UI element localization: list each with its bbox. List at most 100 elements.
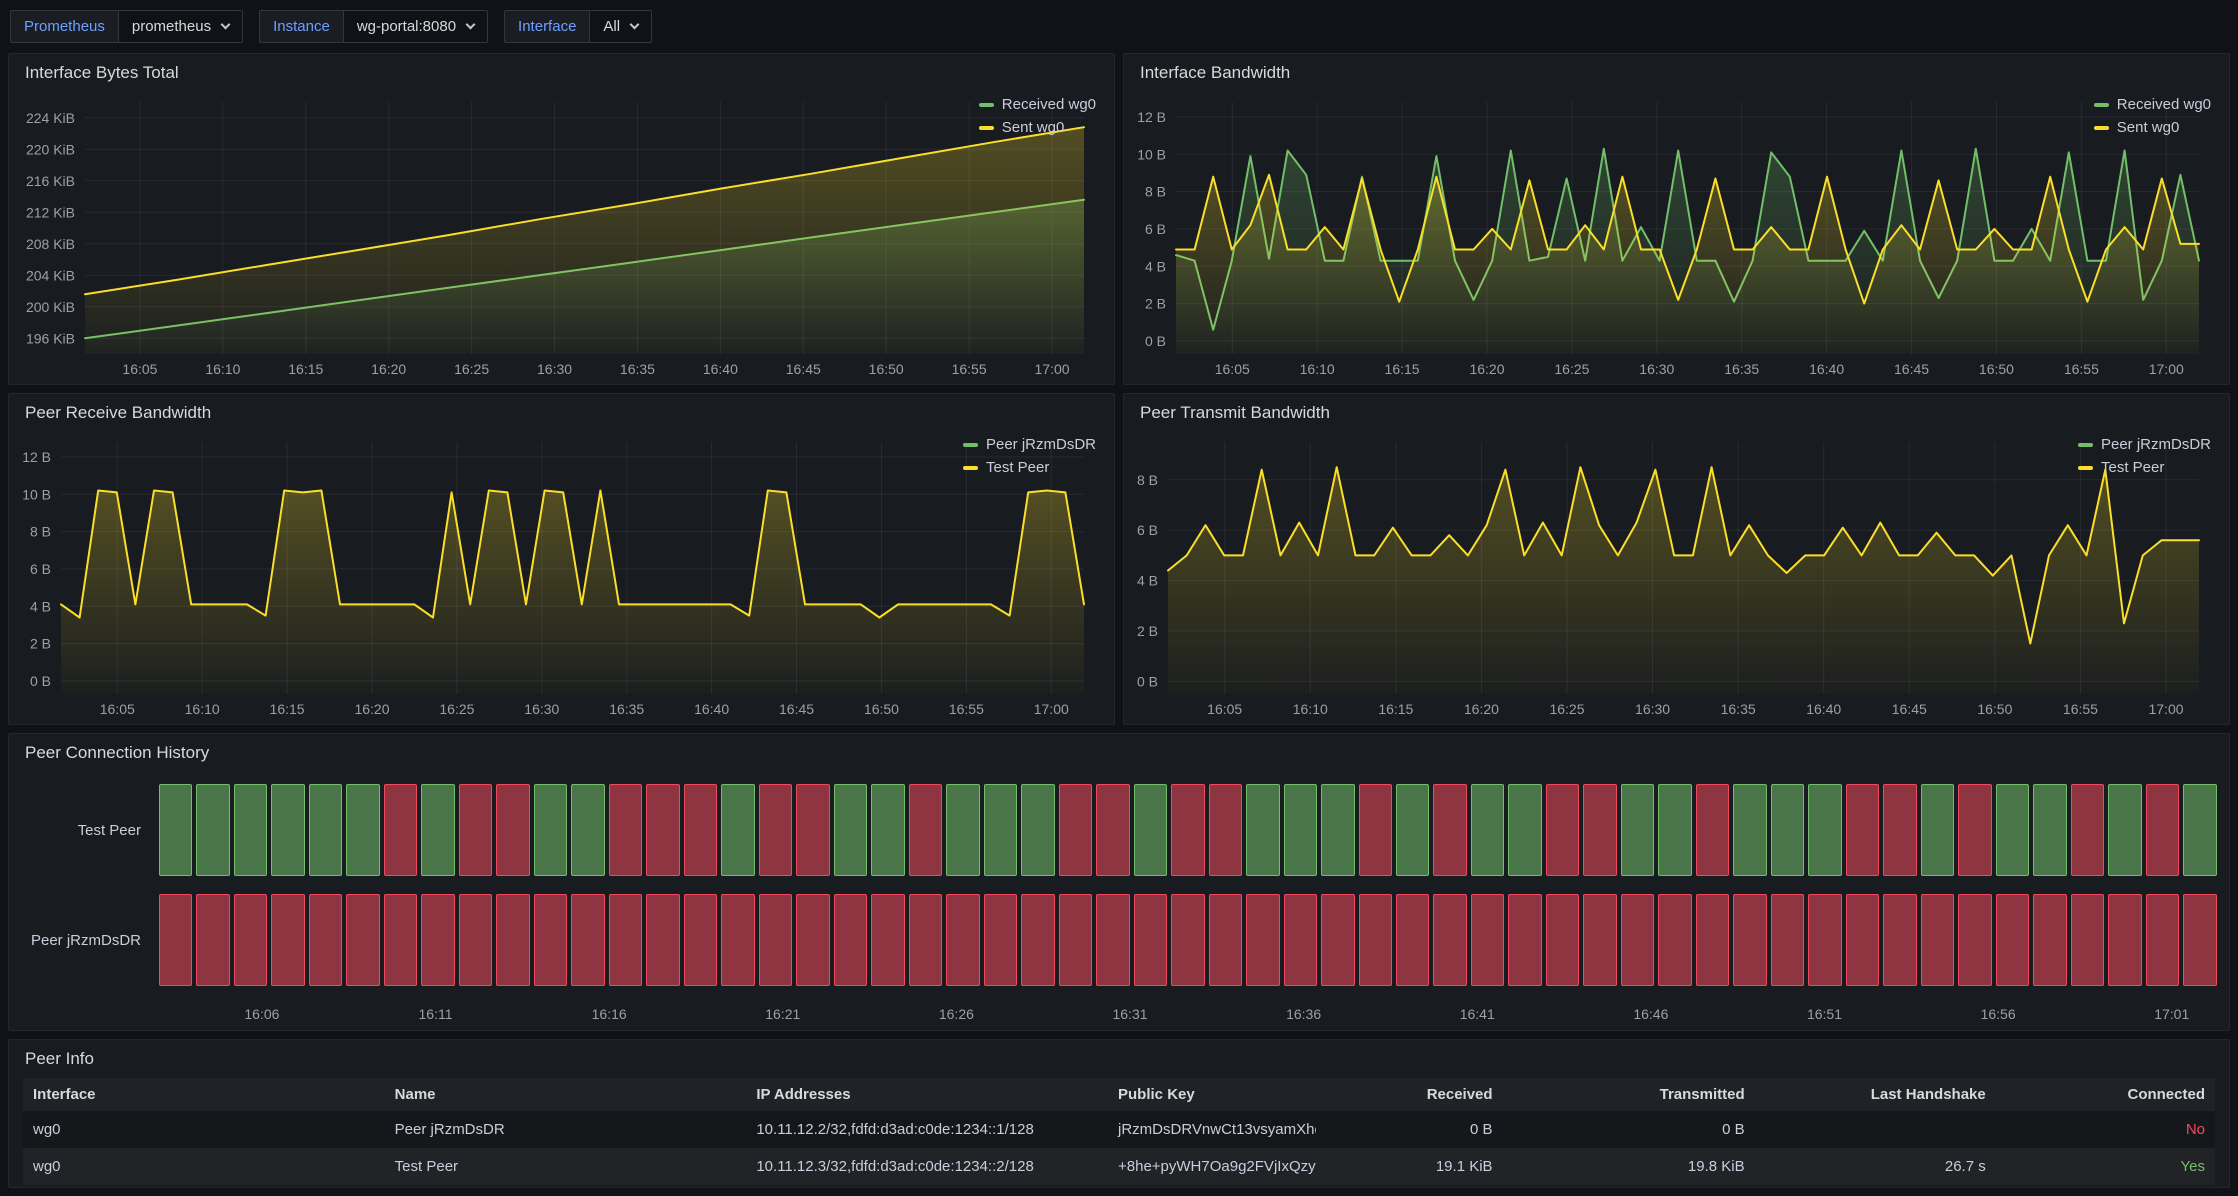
state-block-up[interactable]	[571, 784, 604, 876]
time-series-chart[interactable]: 196 KiB200 KiB204 KiB208 KiB212 KiB216 K…	[15, 92, 973, 382]
panel-title[interactable]: Peer Info	[25, 1049, 94, 1069]
state-block-down[interactable]	[1059, 894, 1092, 986]
state-block-down[interactable]	[1808, 894, 1841, 986]
state-block-down[interactable]	[1883, 894, 1916, 986]
state-block-down[interactable]	[159, 894, 192, 986]
state-block-down[interactable]	[1321, 894, 1354, 986]
state-block-down[interactable]	[1359, 894, 1392, 986]
state-timeline[interactable]: Test PeerPeer jRzmDsDR16:0616:1116:1616:…	[9, 772, 2229, 1030]
chart-canvas[interactable]: 0 B2 B4 B6 B8 B10 B12 B16:0516:1016:1516…	[15, 432, 1090, 722]
time-series-chart[interactable]: 0 B2 B4 B6 B8 B10 B12 B16:0516:1016:1516…	[1130, 92, 2088, 382]
state-block-down[interactable]	[721, 894, 754, 986]
state-block-down[interactable]	[946, 894, 979, 986]
state-block-down[interactable]	[1733, 894, 1766, 986]
state-block-down[interactable]	[684, 894, 717, 986]
state-block-down[interactable]	[384, 894, 417, 986]
state-block-down[interactable]	[1771, 894, 1804, 986]
state-block-down[interactable]	[1921, 894, 1954, 986]
state-block-down[interactable]	[421, 894, 454, 986]
state-block-up[interactable]	[834, 784, 867, 876]
state-block-up[interactable]	[1621, 784, 1654, 876]
state-block-down[interactable]	[1846, 784, 1879, 876]
state-block-up[interactable]	[1921, 784, 1954, 876]
legend-item[interactable]: Received wg0	[979, 96, 1096, 113]
state-block-down[interactable]	[2108, 894, 2141, 986]
state-block-down[interactable]	[1171, 784, 1204, 876]
state-block-up[interactable]	[2183, 784, 2216, 876]
state-block-down[interactable]	[1433, 894, 1466, 986]
state-block-down[interactable]	[1171, 894, 1204, 986]
state-block-up[interactable]	[1733, 784, 1766, 876]
state-block-up[interactable]	[346, 784, 379, 876]
state-block-down[interactable]	[534, 894, 567, 986]
state-block-down[interactable]	[1209, 894, 1242, 986]
state-block-up[interactable]	[984, 784, 1017, 876]
state-block-down[interactable]	[1846, 894, 1879, 986]
state-block-down[interactable]	[1059, 784, 1092, 876]
state-block-down[interactable]	[609, 894, 642, 986]
column-header[interactable]: Transmitted	[1503, 1078, 1755, 1111]
state-block-down[interactable]	[2146, 894, 2179, 986]
state-block-down[interactable]	[1359, 784, 1392, 876]
state-block-down[interactable]	[1621, 894, 1654, 986]
state-block-up[interactable]	[1471, 784, 1504, 876]
state-block-down[interactable]	[1583, 894, 1616, 986]
variable-label-instance[interactable]: Instance	[259, 10, 343, 43]
state-block-down[interactable]	[2183, 894, 2216, 986]
state-block-down[interactable]	[1883, 784, 1916, 876]
state-block-down[interactable]	[384, 784, 417, 876]
state-block-down[interactable]	[1583, 784, 1616, 876]
column-header[interactable]: Public Key	[1108, 1078, 1316, 1111]
panel-title[interactable]: Peer Transmit Bandwidth	[1140, 403, 1330, 423]
state-block-up[interactable]	[1021, 784, 1054, 876]
chart-canvas[interactable]: 0 B2 B4 B6 B8 B16:0516:1016:1516:2016:25…	[1130, 432, 2205, 722]
column-header[interactable]: Connected	[1996, 1078, 2215, 1111]
chart-canvas[interactable]: 196 KiB200 KiB204 KiB208 KiB212 KiB216 K…	[15, 92, 1090, 382]
state-block-down[interactable]	[759, 784, 792, 876]
state-block-up[interactable]	[2033, 784, 2066, 876]
state-block-down[interactable]	[796, 894, 829, 986]
state-block-up[interactable]	[421, 784, 454, 876]
legend-item[interactable]: Peer jRzmDsDR	[963, 436, 1096, 453]
state-block-up[interactable]	[1771, 784, 1804, 876]
state-block-up[interactable]	[1134, 784, 1167, 876]
state-block-up[interactable]	[271, 784, 304, 876]
state-block-down[interactable]	[909, 784, 942, 876]
state-block-down[interactable]	[909, 894, 942, 986]
state-block-up[interactable]	[1321, 784, 1354, 876]
state-block-down[interactable]	[646, 894, 679, 986]
state-block-down[interactable]	[1996, 894, 2029, 986]
state-block-down[interactable]	[2071, 894, 2104, 986]
column-header[interactable]: IP Addresses	[746, 1078, 1108, 1111]
state-block-down[interactable]	[459, 784, 492, 876]
state-block-down[interactable]	[1246, 894, 1279, 986]
state-block-down[interactable]	[309, 894, 342, 986]
state-block-up[interactable]	[534, 784, 567, 876]
state-block-up[interactable]	[721, 784, 754, 876]
legend-item[interactable]: Peer jRzmDsDR	[2078, 436, 2211, 453]
legend-item[interactable]: Received wg0	[2094, 96, 2211, 113]
legend-item[interactable]: Test Peer	[2078, 459, 2211, 476]
chart-canvas[interactable]: 0 B2 B4 B6 B8 B10 B12 B16:0516:1016:1516…	[1130, 92, 2205, 382]
state-block-down[interactable]	[1546, 894, 1579, 986]
variable-select-prometheus[interactable]: prometheus	[118, 10, 243, 43]
state-block-up[interactable]	[1996, 784, 2029, 876]
state-block-down[interactable]	[1471, 894, 1504, 986]
state-block-down[interactable]	[1546, 784, 1579, 876]
column-header[interactable]: Name	[385, 1078, 747, 1111]
state-block-down[interactable]	[1658, 894, 1691, 986]
state-block-down[interactable]	[1433, 784, 1466, 876]
state-block-down[interactable]	[609, 784, 642, 876]
state-block-down[interactable]	[871, 894, 904, 986]
state-block-down[interactable]	[684, 784, 717, 876]
legend-item[interactable]: Test Peer	[963, 459, 1096, 476]
state-block-down[interactable]	[1096, 894, 1129, 986]
state-block-down[interactable]	[2071, 784, 2104, 876]
state-block-up[interactable]	[2108, 784, 2141, 876]
column-header[interactable]: Interface	[23, 1078, 385, 1111]
variable-label-interface[interactable]: Interface	[504, 10, 589, 43]
state-block-down[interactable]	[496, 784, 529, 876]
panel-title[interactable]: Interface Bandwidth	[1140, 63, 1290, 83]
state-block-up[interactable]	[1284, 784, 1317, 876]
state-block-up[interactable]	[234, 784, 267, 876]
